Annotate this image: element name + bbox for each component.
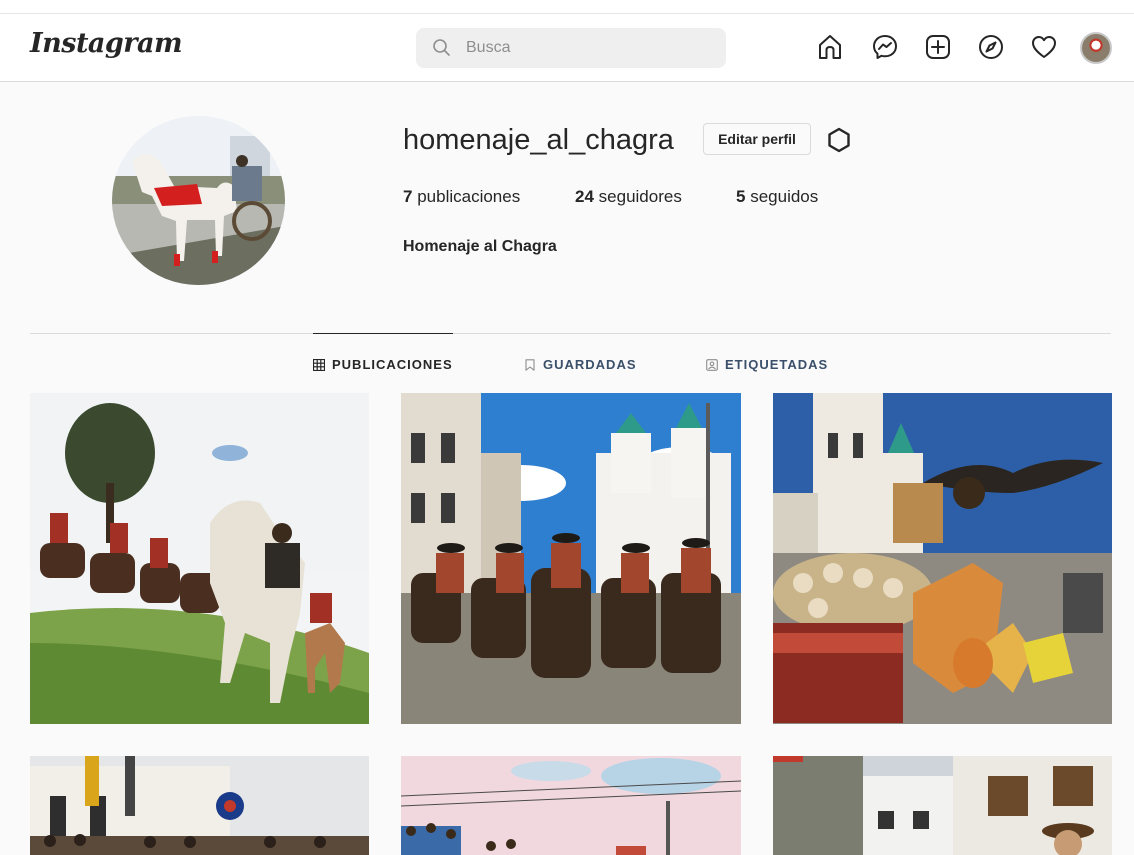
post-thumbnail-3[interactable] <box>773 393 1112 724</box>
following-count: 5 <box>736 187 746 206</box>
tab-guardadas-label: GUARDADAS <box>543 357 637 372</box>
edit-profile-button[interactable]: Editar perfil <box>703 123 811 155</box>
nav-icon-group <box>0 32 1134 64</box>
active-tab-indicator <box>313 333 453 334</box>
profile-picture[interactable] <box>112 116 285 285</box>
posts-count-stat: 7 publicaciones <box>403 187 520 207</box>
post-thumbnail-2[interactable] <box>401 393 741 724</box>
profile-picture-image <box>112 116 285 285</box>
activity-heart-icon[interactable] <box>1029 32 1059 62</box>
tab-publicaciones-label: PUBLICACIONES <box>332 357 453 372</box>
post-thumbnail-4[interactable] <box>30 756 369 855</box>
tagged-icon <box>706 358 718 371</box>
post-thumbnail-1[interactable] <box>30 393 369 724</box>
post-image-2 <box>401 393 741 724</box>
post-image-3 <box>773 393 1112 724</box>
home-icon[interactable] <box>815 32 845 62</box>
posts-label: publicaciones <box>417 187 521 206</box>
tab-etiquetadas-label: ETIQUETADAS <box>725 357 829 372</box>
tab-etiquetadas[interactable]: ETIQUETADAS <box>706 357 828 372</box>
following-label: seguidos <box>750 187 819 206</box>
post-thumbnail-6[interactable] <box>773 756 1112 855</box>
post-image-5 <box>401 756 741 855</box>
new-post-icon[interactable] <box>923 32 953 62</box>
tab-guardadas[interactable]: GUARDADAS <box>524 357 637 372</box>
explore-icon[interactable] <box>976 32 1006 62</box>
post-image-4 <box>30 756 369 855</box>
followers-stat[interactable]: 24 seguidores <box>575 187 682 207</box>
settings-gear-icon[interactable] <box>824 125 854 155</box>
profile-username: homenaje_al_chagra <box>403 124 674 156</box>
followers-count: 24 <box>575 187 594 206</box>
post-image-6 <box>773 756 1112 855</box>
tabs-divider <box>30 333 1111 334</box>
post-thumbnail-5[interactable] <box>401 756 741 855</box>
top-navigation-bar: Instagram Busca <box>0 0 1134 82</box>
messenger-icon[interactable] <box>870 32 900 62</box>
bookmark-icon <box>525 358 535 371</box>
tab-publicaciones[interactable]: PUBLICACIONES <box>313 357 453 372</box>
post-image-1 <box>30 393 369 724</box>
profile-full-name: Homenaje al Chagra <box>403 238 557 255</box>
grid-icon <box>313 358 325 371</box>
following-stat[interactable]: 5 seguidos <box>736 187 818 207</box>
posts-count: 7 <box>403 187 413 206</box>
profile-avatar[interactable] <box>1080 32 1112 64</box>
followers-label: seguidores <box>598 187 682 206</box>
browser-edge-line <box>0 13 1134 14</box>
